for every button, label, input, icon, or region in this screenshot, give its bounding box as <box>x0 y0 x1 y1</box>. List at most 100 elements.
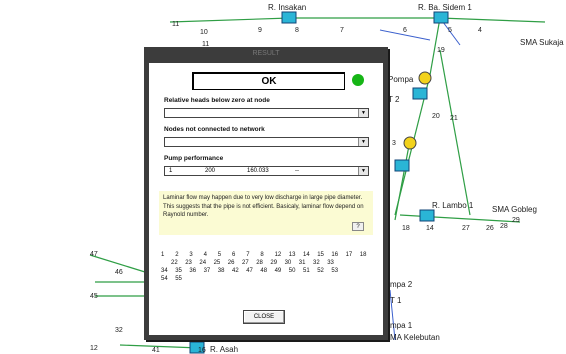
node-row: 1 2 3 4 5 6 7 8 12 13 14 15 16 17 18 <box>161 251 376 259</box>
node-id: 8 <box>260 252 264 258</box>
status-led-icon <box>352 74 364 86</box>
pipe-segment <box>399 214 521 223</box>
relative-heads-dropdown[interactable]: ▼ <box>164 108 369 118</box>
pump-flow: 200 <box>205 168 216 174</box>
node-id: 24 <box>199 260 207 266</box>
node-id: 48 <box>260 268 268 274</box>
dialog-body: OK Relative heads below zero at node ▼ N… <box>149 63 383 335</box>
node-number: 21 <box>450 115 458 122</box>
pump-performance-label: Pump performance <box>164 155 224 162</box>
pump-icon <box>418 71 432 85</box>
node-id: 1 <box>161 252 165 258</box>
node-row: 34 35 36 37 38 42 47 48 49 50 51 52 53 <box>161 267 376 275</box>
node-number: 8 <box>295 27 299 34</box>
not-connected-dropdown[interactable]: ▼ <box>164 137 369 147</box>
node-id: 6 <box>232 252 236 258</box>
node-id: 4 <box>203 252 207 258</box>
node-number: 20 <box>432 113 440 120</box>
pipe-segment <box>439 17 546 23</box>
node-id: 5 <box>217 252 222 258</box>
node-id: 36 <box>189 268 197 274</box>
node-id: 50 <box>288 268 296 274</box>
node-number: 4 <box>478 27 482 34</box>
node-id: 53 <box>331 268 339 274</box>
relative-heads-label: Relative heads below zero at node <box>164 97 270 104</box>
node-number: 12 <box>90 345 98 352</box>
pipe-segment <box>119 344 201 349</box>
label-pompa-2: mpa 2 <box>390 280 413 289</box>
node-number: 11 <box>172 21 179 28</box>
note-text: Laminar flow may happen due to very low … <box>163 195 364 218</box>
label-insakan: R. Insakan <box>268 3 306 12</box>
label-t2: T 2 <box>388 95 400 104</box>
node-id: 55 <box>175 276 182 282</box>
node-number: 9 <box>258 27 262 34</box>
node-id: 30 <box>284 260 292 266</box>
chevron-down-icon[interactable]: ▼ <box>358 138 368 146</box>
pump-id: 1 <box>169 168 173 174</box>
reservoir-sidem <box>433 11 449 24</box>
node-number: 14 <box>426 225 434 232</box>
dialog-title: RESULT <box>252 50 280 57</box>
node-number: 6 <box>403 27 407 34</box>
node-id: 27 <box>242 260 249 266</box>
node-id: 47 <box>246 268 253 274</box>
node-id: 14 <box>303 252 310 258</box>
node-number: 5 <box>448 27 452 34</box>
node-number: 18 <box>402 225 410 232</box>
pump-extra: -- <box>295 168 299 174</box>
node-id: 42 <box>232 268 239 274</box>
reservoir-insakan <box>281 11 297 24</box>
node-id: 16 <box>331 252 339 258</box>
node-id: 51 <box>303 268 310 274</box>
pump-performance-dropdown[interactable]: 1 200 160.033 -- ▼ <box>164 166 369 176</box>
node-id: 15 <box>317 252 324 258</box>
pipe-segment <box>394 139 411 221</box>
node-number: 28 <box>500 223 508 230</box>
node-id: 23 <box>185 260 192 266</box>
node-number: 32 <box>115 327 123 334</box>
node-id: 34 <box>161 268 168 274</box>
label-sma-sukaja: SMA Sukaja <box>520 38 564 47</box>
pipe-segment <box>169 17 291 23</box>
node-id: 52 <box>317 268 324 274</box>
tank-node <box>394 159 410 172</box>
node-number: 41 <box>152 347 160 354</box>
node-number: 29 <box>512 217 520 224</box>
node-id: 22 <box>171 260 178 266</box>
label-lambo: R. Lambo 1 <box>432 201 474 210</box>
chevron-down-icon[interactable]: ▼ <box>358 109 368 117</box>
label-pompa: Pompa <box>388 75 414 84</box>
chevron-down-icon[interactable]: ▼ <box>358 167 368 175</box>
node-number: 46 <box>115 269 123 276</box>
node-number: 3 <box>392 140 396 147</box>
label-pompa-1: mpa 1 <box>390 321 413 330</box>
node-row: 54 55 <box>161 275 376 283</box>
help-button[interactable]: ? <box>352 222 364 231</box>
node-id: 28 <box>256 260 263 266</box>
node-id: 3 <box>189 252 193 258</box>
node-row: 22 23 24 25 26 27 28 29 30 31 32 33 <box>161 259 376 267</box>
label-sma-gobleg: SMA Gobleg <box>492 205 537 214</box>
node-id: 35 <box>175 268 182 274</box>
node-number: 47 <box>90 251 98 258</box>
close-button[interactable]: CLOSE <box>243 310 285 324</box>
node-id: 38 <box>217 268 225 274</box>
node-number: 45 <box>90 293 98 300</box>
node-id: 31 <box>298 260 306 266</box>
node-id: 18 <box>359 252 367 258</box>
node-id: 25 <box>213 260 221 266</box>
node-id: 49 <box>274 268 282 274</box>
node-id: 29 <box>270 260 278 266</box>
node-id: 33 <box>327 260 334 266</box>
label-kelebutan: MA Kelebutan <box>390 333 440 342</box>
node-id: 12 <box>274 252 282 258</box>
status-indicator: OK <box>192 72 345 90</box>
label-sidem: R. Ba. Sidem 1 <box>418 3 472 12</box>
node-id: 7 <box>246 252 250 258</box>
pump-icon <box>403 136 417 150</box>
tank-t2 <box>412 87 428 100</box>
laminar-flow-note: Laminar flow may happen due to very low … <box>159 191 373 235</box>
node-id: 32 <box>313 260 320 266</box>
node-number: 26 <box>486 225 494 232</box>
